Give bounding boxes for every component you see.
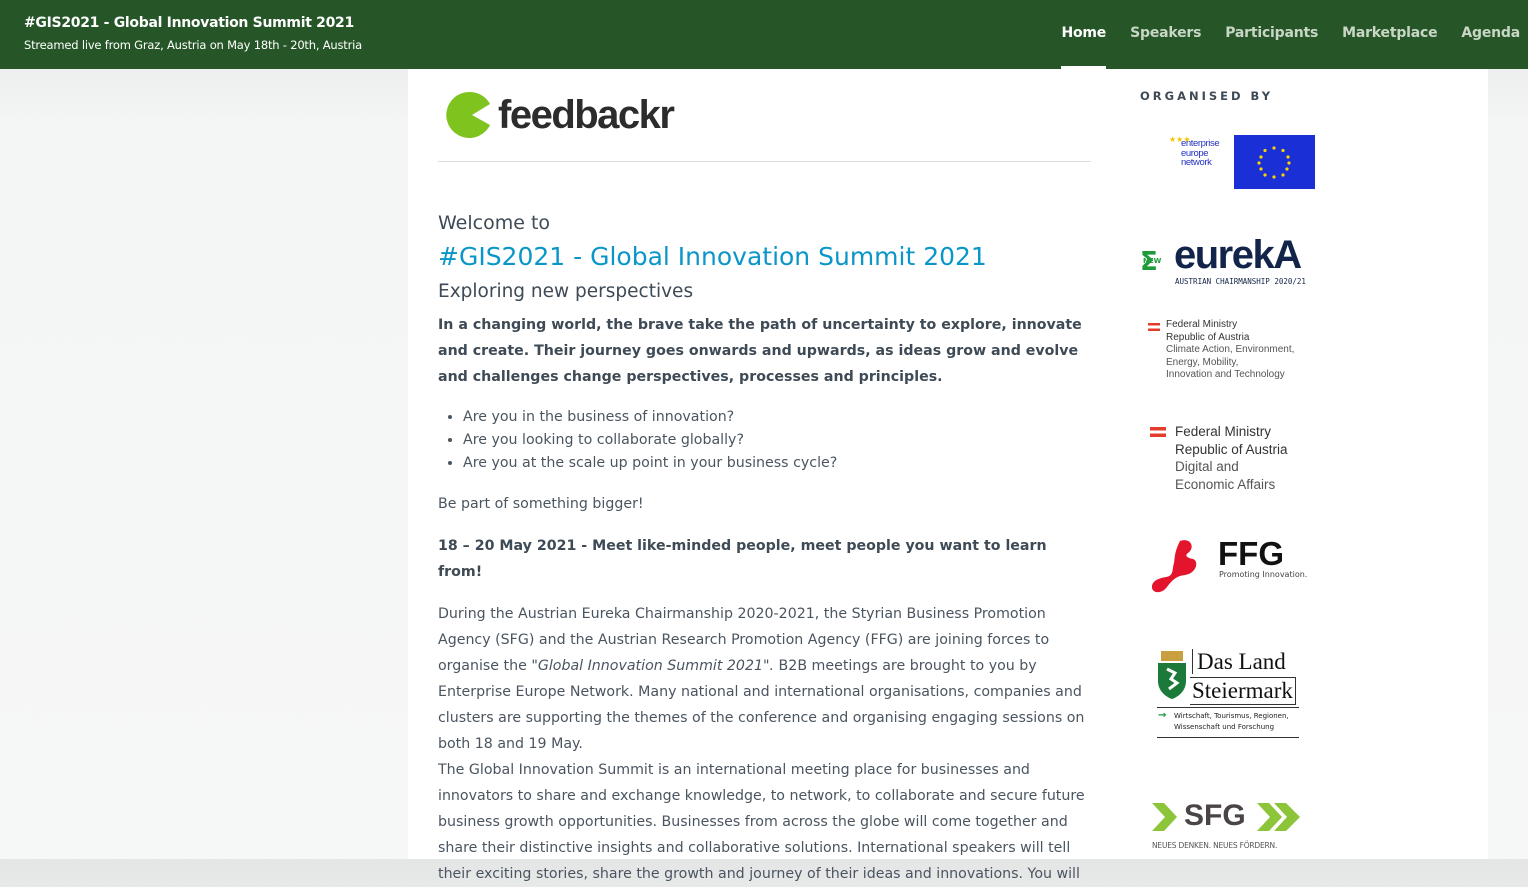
sfg-logo: SFG NEUES DENKEN. NEUES FÖRDERN. (1152, 799, 1312, 859)
coat-of-arms-icon (1158, 651, 1186, 699)
steiermark-text: Steiermark (1190, 677, 1296, 705)
sfg-subtitle: NEUES DENKEN. NEUES FÖRDERN. (1152, 841, 1278, 850)
bmdw-line-1: Federal Ministry (1175, 424, 1272, 439)
feedbackr-logo: feedbackr (438, 69, 1091, 162)
nav-speakers[interactable]: Speakers (1130, 0, 1201, 69)
bmdw-logo: Federal Ministry Republic of Austria Dig… (1150, 423, 1288, 493)
bmdw-line-3: Digital and (1175, 459, 1239, 474)
das-land-text: Das Land (1192, 649, 1286, 674)
event-title: #GIS2021 - Global Innovation Summit 2021 (24, 15, 354, 31)
list-item: Are you at the scale up point in your bu… (463, 452, 1091, 475)
nav-participants[interactable]: Participants (1225, 0, 1318, 69)
organisers-column: ORGANISED BY enterprise europe network ★… (1140, 69, 1340, 850)
ffg-wordmark: FFG (1218, 535, 1284, 572)
een-text-3: network (1181, 157, 1212, 168)
steiermark-logo: Das Land Steiermark → Wirtschaft, Touris… (1157, 649, 1302, 741)
ffg-subtitle: Promoting Innovation. (1219, 570, 1308, 579)
bmk-line-2: Republic of Austria (1166, 331, 1250, 343)
description-paragraph: During the Austrian Eureka Chairmanship … (438, 601, 1091, 757)
nav-agenda[interactable]: Agenda (1461, 0, 1520, 69)
stars-icon: ★★★ (1169, 135, 1191, 144)
summit-title: #GIS2021 - Global Innovation Summit 2021 (438, 242, 987, 271)
bmdw-line-2: Republic of Austria (1175, 441, 1288, 457)
top-header: #GIS2021 - Global Innovation Summit 2021… (0, 0, 1528, 69)
organised-by-heading: ORGANISED BY (1140, 89, 1274, 103)
dates-text: 18 – 20 May 2021 - Meet like-minded peop… (438, 538, 1047, 580)
eureka-logo: Σ NEW eurekA AUSTRIAN CHAIRMANSHIP 2020/… (1140, 233, 1320, 286)
feedbackr-logo-text: feedbackr (498, 92, 675, 137)
bmk-line-4: Energy, Mobility, (1166, 356, 1239, 368)
ffg-shape-icon (1151, 540, 1197, 593)
tagline: Exploring new perspectives (438, 281, 694, 302)
eureka-wordmark: eurekA (1174, 233, 1302, 277)
event-subtitle: Streamed live from Graz, Austria on May … (24, 38, 362, 52)
welcome-heading: Welcome to (438, 212, 551, 234)
description-paragraph-2: The Global Innovation Summit is an inter… (438, 762, 1085, 882)
bmk-line-1: Federal Ministry (1166, 319, 1238, 330)
bmk-logo: Federal Ministry Republic of Austria Cli… (1148, 319, 1294, 382)
stmk-line-2: Wissenschaft und Forschung (1174, 723, 1275, 731)
be-part-text: Be part of something bigger! (438, 496, 644, 512)
nav-marketplace[interactable]: Marketplace (1342, 0, 1437, 69)
ffg-logo: FFG Promoting Innovation. (1150, 535, 1320, 597)
question-list: Are you in the business of innovation? A… (463, 406, 1091, 475)
bmk-line-3: Climate Action, Environment, (1166, 344, 1295, 355)
content-card: feedbackr Welcome to #GIS2021 - Global I… (408, 69, 1488, 882)
stmk-line-1: Wirtschaft, Tourismus, Regionen, (1174, 712, 1289, 720)
eureka-subtitle: AUSTRIAN CHAIRMANSHIP 2020/21 (1175, 277, 1306, 286)
pacman-logo-icon (446, 92, 490, 138)
stmk-subtitle: → Wirtschaft, Tourismus, Regionen, Wisse… (1157, 707, 1299, 738)
austria-flag-icon (1148, 323, 1160, 331)
bmk-line-5: Innovation and Technology (1166, 369, 1285, 380)
list-item: Are you looking to collaborate globally? (463, 429, 1091, 452)
bmdw-line-4: Economic Affairs (1175, 476, 1276, 492)
para-a-italic: "Global Innovation Summit 2021". (531, 658, 775, 674)
sfg-wordmark: SFG (1184, 799, 1246, 832)
main-column: feedbackr Welcome to #GIS2021 - Global I… (438, 69, 1091, 887)
een-eu-logo: enterprise europe network ★★★ (1165, 135, 1317, 191)
main-nav: Home Speakers Participants Marketplace A… (1061, 0, 1520, 69)
austria-flag-icon (1150, 427, 1166, 437)
nav-home[interactable]: Home (1061, 0, 1106, 69)
intro-text: In a changing world, the brave take the … (438, 317, 1082, 385)
eureka-new: NEW (1143, 257, 1162, 265)
list-item: Are you in the business of innovation? (463, 406, 1091, 429)
arrow-right-icon: → (1158, 710, 1167, 721)
eu-flag-icon (1234, 135, 1315, 189)
